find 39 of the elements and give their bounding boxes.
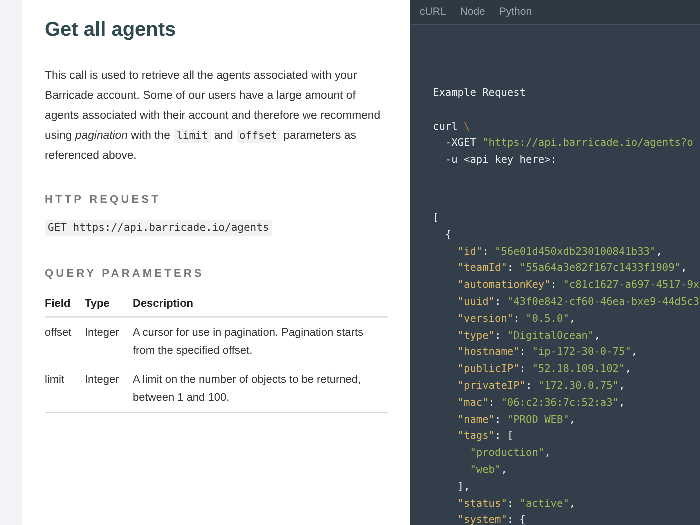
page-title: Get all agents: [45, 18, 178, 42]
table-cell: offset: [45, 317, 85, 365]
code-line: "teamId": "55a64a3e82f167c1433f1909",: [456, 261, 688, 276]
code-line: "publicIP": "52.18.109.102",: [456, 362, 632, 378]
code-line: [: [433, 210, 440, 226]
table-cell: Integer: [85, 365, 133, 412]
code-line: "id": "56e01d450xdb230100841b33",: [456, 244, 664, 260]
language-tab[interactable]: Node: [454, 0, 492, 24]
intro-paragraph: This call is used to retrieve all the agents associated with your Barricade account. Some of our users have a large amount of agents associated with their account and therefore we recommend using pagination with the limit and offset parameters as referenced above.: [45, 69, 382, 164]
code-line: "automationKey": "c81c1627-a697-4517-9x: [456, 278, 700, 294]
code-line: "uuid": "43f0e842-cf60-46ea-bxe9-44d5c3: [456, 294, 700, 310]
section-heading: HTTP REQUEST: [45, 194, 162, 206]
code-line: -XGET "https://api.barricade.io/agents?o: [444, 136, 694, 152]
code-line: "tags": [: [456, 429, 515, 444]
column-header: Field: [45, 294, 85, 317]
code-line: curl \: [433, 120, 472, 135]
code-line: "name": "PROD_WEB",: [456, 412, 577, 428]
endpoint-code: GET https://api.barricade.io/agents: [45, 220, 272, 236]
column-header: Type: [85, 294, 133, 317]
code-line: ],: [456, 480, 472, 495]
code-line: "status": "active",: [456, 496, 577, 512]
code-line: "version": "0.5.0",: [456, 312, 577, 327]
table-cell: Integer: [85, 317, 133, 365]
table-cell: A cursor for use in pagination. Pagination starts from the specified offset.: [133, 317, 388, 365]
column-header: Description: [133, 294, 388, 317]
code-line: {: [444, 228, 453, 243]
language-tab[interactable]: cURL: [414, 0, 452, 24]
code-line: "production",: [469, 446, 552, 462]
code-line: Example Request: [433, 86, 527, 101]
code-line: "hostname": "ip-172-30-0-75",: [456, 345, 639, 360]
section-heading: QUERY PARAMETERS: [45, 268, 206, 280]
code-line: "mac": "06:c2:36:7c:52:a3",: [456, 396, 626, 411]
code-line: "web",: [469, 462, 508, 478]
code-line: -u <api_key_here>:: [444, 153, 558, 168]
code-line: "type": "DigitalOcean",: [456, 328, 602, 344]
language-tab[interactable]: Python: [493, 0, 538, 24]
table-cell: A limit on the number of objects to be returned, between 1 and 100.: [133, 365, 388, 412]
code-line: "privateIP": "172.30.0.75",: [456, 378, 626, 394]
table-cell: limit: [45, 365, 85, 412]
